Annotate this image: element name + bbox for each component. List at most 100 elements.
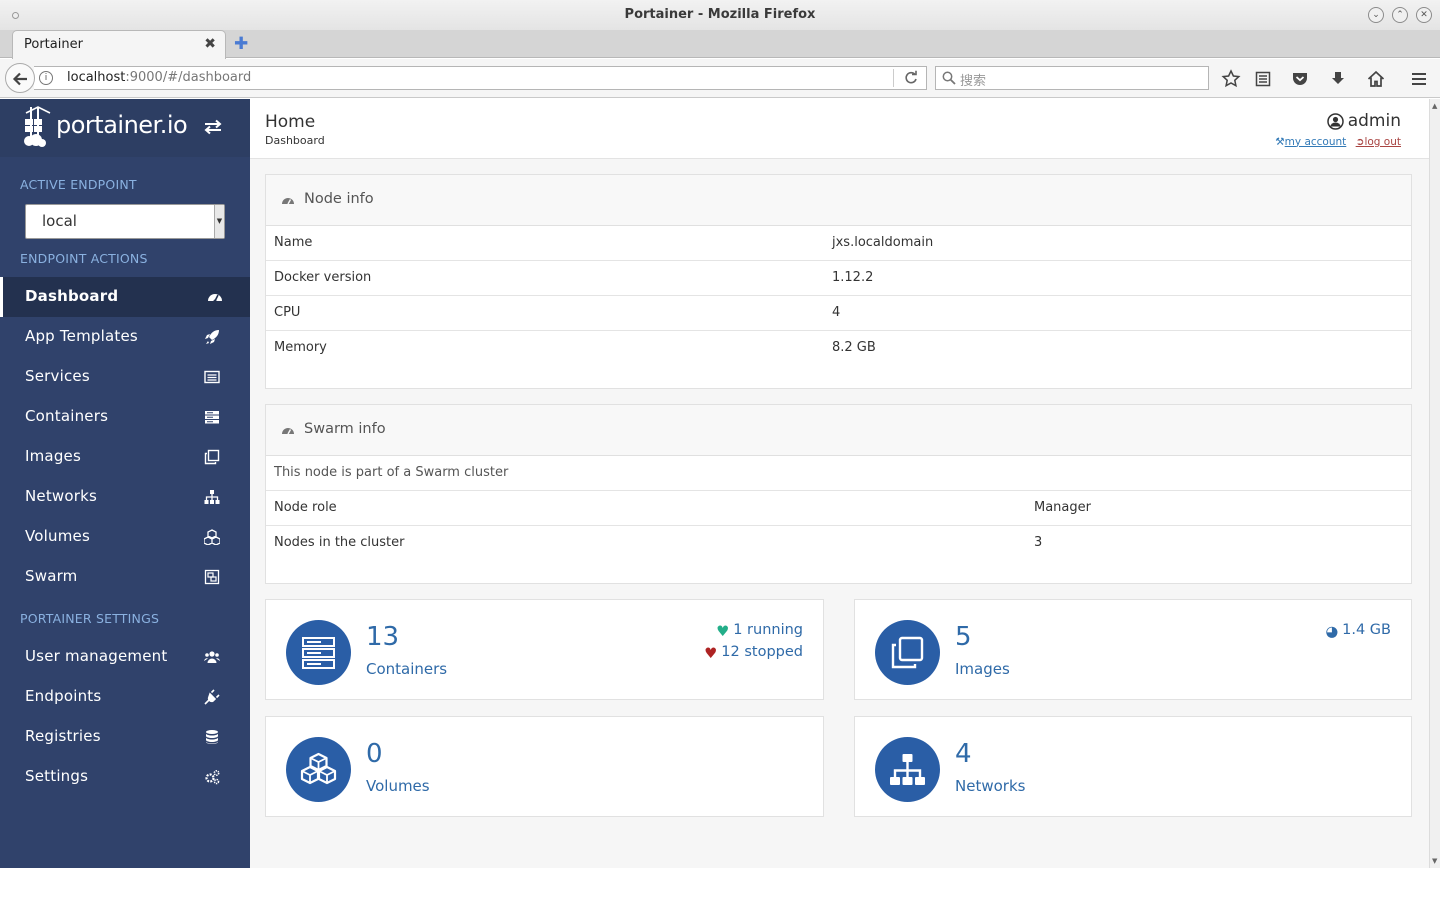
- sidebar-item-registries[interactable]: Registries: [0, 717, 250, 757]
- browser-navbar: i localhost:9000/#/dashboard 搜索: [0, 59, 1440, 98]
- volumes-stat-badge: [286, 737, 351, 802]
- row-key: CPU: [274, 305, 301, 320]
- sidebar-item-label: App Templates: [25, 327, 138, 345]
- close-window-icon[interactable]: ✕: [1416, 7, 1432, 23]
- browser-tab-title: Portainer: [24, 37, 83, 52]
- row-key: Memory: [274, 340, 327, 355]
- swarm-info-title: Swarm info: [304, 421, 386, 437]
- search-icon: [942, 71, 956, 85]
- sidebar-item-networks[interactable]: Networks: [0, 477, 250, 517]
- breadcrumb: Dashboard: [265, 134, 325, 147]
- swarm-info-widget: Swarm info This node is part of a Swarm …: [265, 404, 1412, 584]
- window-title: Portainer - Mozilla Firefox: [624, 7, 816, 22]
- download-icon[interactable]: [1328, 69, 1348, 89]
- images-stat[interactable]: 5 Images ◕ 1.4 GB: [854, 599, 1412, 700]
- sidebar-item-label: Containers: [25, 407, 109, 425]
- sitemap-icon: [204, 490, 220, 504]
- window-titlebar: Portainer - Mozilla Firefox ⌄ ⌃ ✕: [0, 0, 1440, 30]
- url-bar[interactable]: i localhost:9000/#/dashboard: [34, 66, 927, 90]
- sidebar-item-volumes[interactable]: Volumes: [0, 517, 250, 557]
- cogs-icon: [205, 769, 220, 785]
- clone-icon: [891, 636, 924, 669]
- brand-name[interactable]: portainer.io: [56, 111, 188, 139]
- node-info-header: Node info: [266, 175, 1411, 226]
- user-box: admin ⚒my account ➲log out: [1275, 111, 1401, 148]
- wrench-icon: ⚒: [1275, 135, 1285, 148]
- maximize-icon[interactable]: ⌃: [1392, 7, 1408, 23]
- heartbeat-icon: ♥: [704, 646, 718, 662]
- bookmark-star-icon[interactable]: [1221, 69, 1241, 89]
- log-out-link[interactable]: ➲log out: [1356, 136, 1401, 148]
- sitemap-icon: [890, 754, 925, 785]
- sidebar-item-images[interactable]: Images: [0, 437, 250, 477]
- info-icon[interactable]: i: [39, 71, 53, 85]
- scroll-down-icon[interactable]: ▼: [1432, 857, 1437, 865]
- images-stat-badge: [875, 620, 940, 685]
- sidebar-item-endpoints[interactable]: Endpoints: [0, 677, 250, 717]
- networks-label: Networks: [955, 777, 1026, 795]
- scroll-up-icon[interactable]: ▲: [1432, 102, 1437, 110]
- page-scrollbar[interactable]: ▲ ▼: [1429, 99, 1440, 868]
- networks-stat[interactable]: 4 Networks: [854, 716, 1412, 817]
- networks-stat-badge: [875, 737, 940, 802]
- sidebar-item-label: Images: [25, 447, 81, 465]
- sidebar-item-app-templates[interactable]: App Templates: [0, 317, 250, 357]
- object-group-icon: [204, 569, 220, 585]
- portainer-settings-heading: PORTAINER SETTINGS: [20, 611, 160, 626]
- sidebar-item-user-management[interactable]: User management: [0, 637, 250, 677]
- endpoint-select[interactable]: local ▼: [25, 204, 225, 239]
- page-header: Home Dashboard admin ⚒my account ➲log ou…: [250, 99, 1429, 159]
- reload-icon[interactable]: [902, 70, 920, 86]
- containers-count: 13: [366, 622, 400, 652]
- my-account-link[interactable]: my account: [1285, 136, 1347, 148]
- row-key: Node role: [274, 500, 337, 515]
- node-info-widget: Node info Name jxs.localdomain Docker ver…: [265, 174, 1412, 389]
- portainer-logo-icon[interactable]: [22, 105, 56, 149]
- tachometer-icon: [282, 428, 294, 435]
- menu-icon[interactable]: [1409, 69, 1429, 89]
- new-tab-icon[interactable]: ✚: [234, 34, 248, 54]
- pocket-icon[interactable]: [1290, 69, 1310, 89]
- sidebar-item-dashboard[interactable]: Dashboard: [0, 277, 250, 317]
- back-button[interactable]: [5, 63, 35, 93]
- search-input[interactable]: 搜索: [935, 66, 1209, 90]
- sidebar-item-label: Dashboard: [25, 287, 119, 305]
- main-content: Home Dashboard admin ⚒my account ➲log ou…: [250, 99, 1429, 868]
- sidebar-item-swarm[interactable]: Swarm: [0, 557, 250, 597]
- minimize-icon[interactable]: ⌄: [1368, 7, 1384, 23]
- sidebar-item-label: Networks: [25, 487, 98, 505]
- user-links: ⚒my account ➲log out: [1275, 136, 1401, 148]
- reading-list-icon[interactable]: [1253, 69, 1273, 89]
- home-icon[interactable]: [1366, 69, 1386, 89]
- sidebar-toggle-icon[interactable]: [203, 119, 223, 135]
- endpoint-select-value: local: [42, 212, 77, 230]
- sidebar-item-services[interactable]: Services: [0, 357, 250, 397]
- sidebar-footer: ● Portainer 1.14.3: [0, 893, 250, 907]
- server-icon: [205, 411, 219, 424]
- table-row: CPU 4: [266, 296, 1411, 331]
- containers-stat[interactable]: 13 Containers ♥ 1 running ♥ 12 stopped: [265, 599, 824, 700]
- window-menu-dot[interactable]: [12, 12, 19, 19]
- sidebar-item-label: Services: [25, 367, 90, 385]
- username: admin: [1347, 111, 1401, 131]
- sidebar-body: ACTIVE ENDPOINT local ▼ ENDPOINT ACTIONS…: [0, 157, 250, 907]
- row-key: Docker version: [274, 270, 372, 285]
- containers-status: ♥ 1 running ♥ 12 stopped: [704, 620, 803, 664]
- sidebar-item-settings[interactable]: Settings: [0, 757, 250, 797]
- containers-stat-badge: [286, 620, 351, 685]
- sidebar-item-containers[interactable]: Containers: [0, 397, 250, 437]
- user-display: admin: [1326, 111, 1401, 131]
- users-icon: [204, 651, 220, 663]
- search-placeholder: 搜索: [960, 74, 987, 89]
- images-count: 5: [955, 622, 972, 652]
- version-text: Portainer 1.14.3: [83, 893, 180, 907]
- endpoint-actions-heading: ENDPOINT ACTIONS: [20, 251, 148, 266]
- browser-tab[interactable]: Portainer ✖: [12, 30, 226, 59]
- url-text[interactable]: localhost:9000/#/dashboard: [67, 70, 251, 85]
- tachometer-icon: [208, 294, 222, 303]
- cubes-icon: [300, 752, 337, 785]
- back-arrow-icon: [12, 72, 27, 86]
- close-tab-icon[interactable]: ✖: [204, 36, 216, 52]
- volumes-stat[interactable]: 0 Volumes: [265, 716, 824, 817]
- sidebar-item-label: User management: [25, 647, 168, 665]
